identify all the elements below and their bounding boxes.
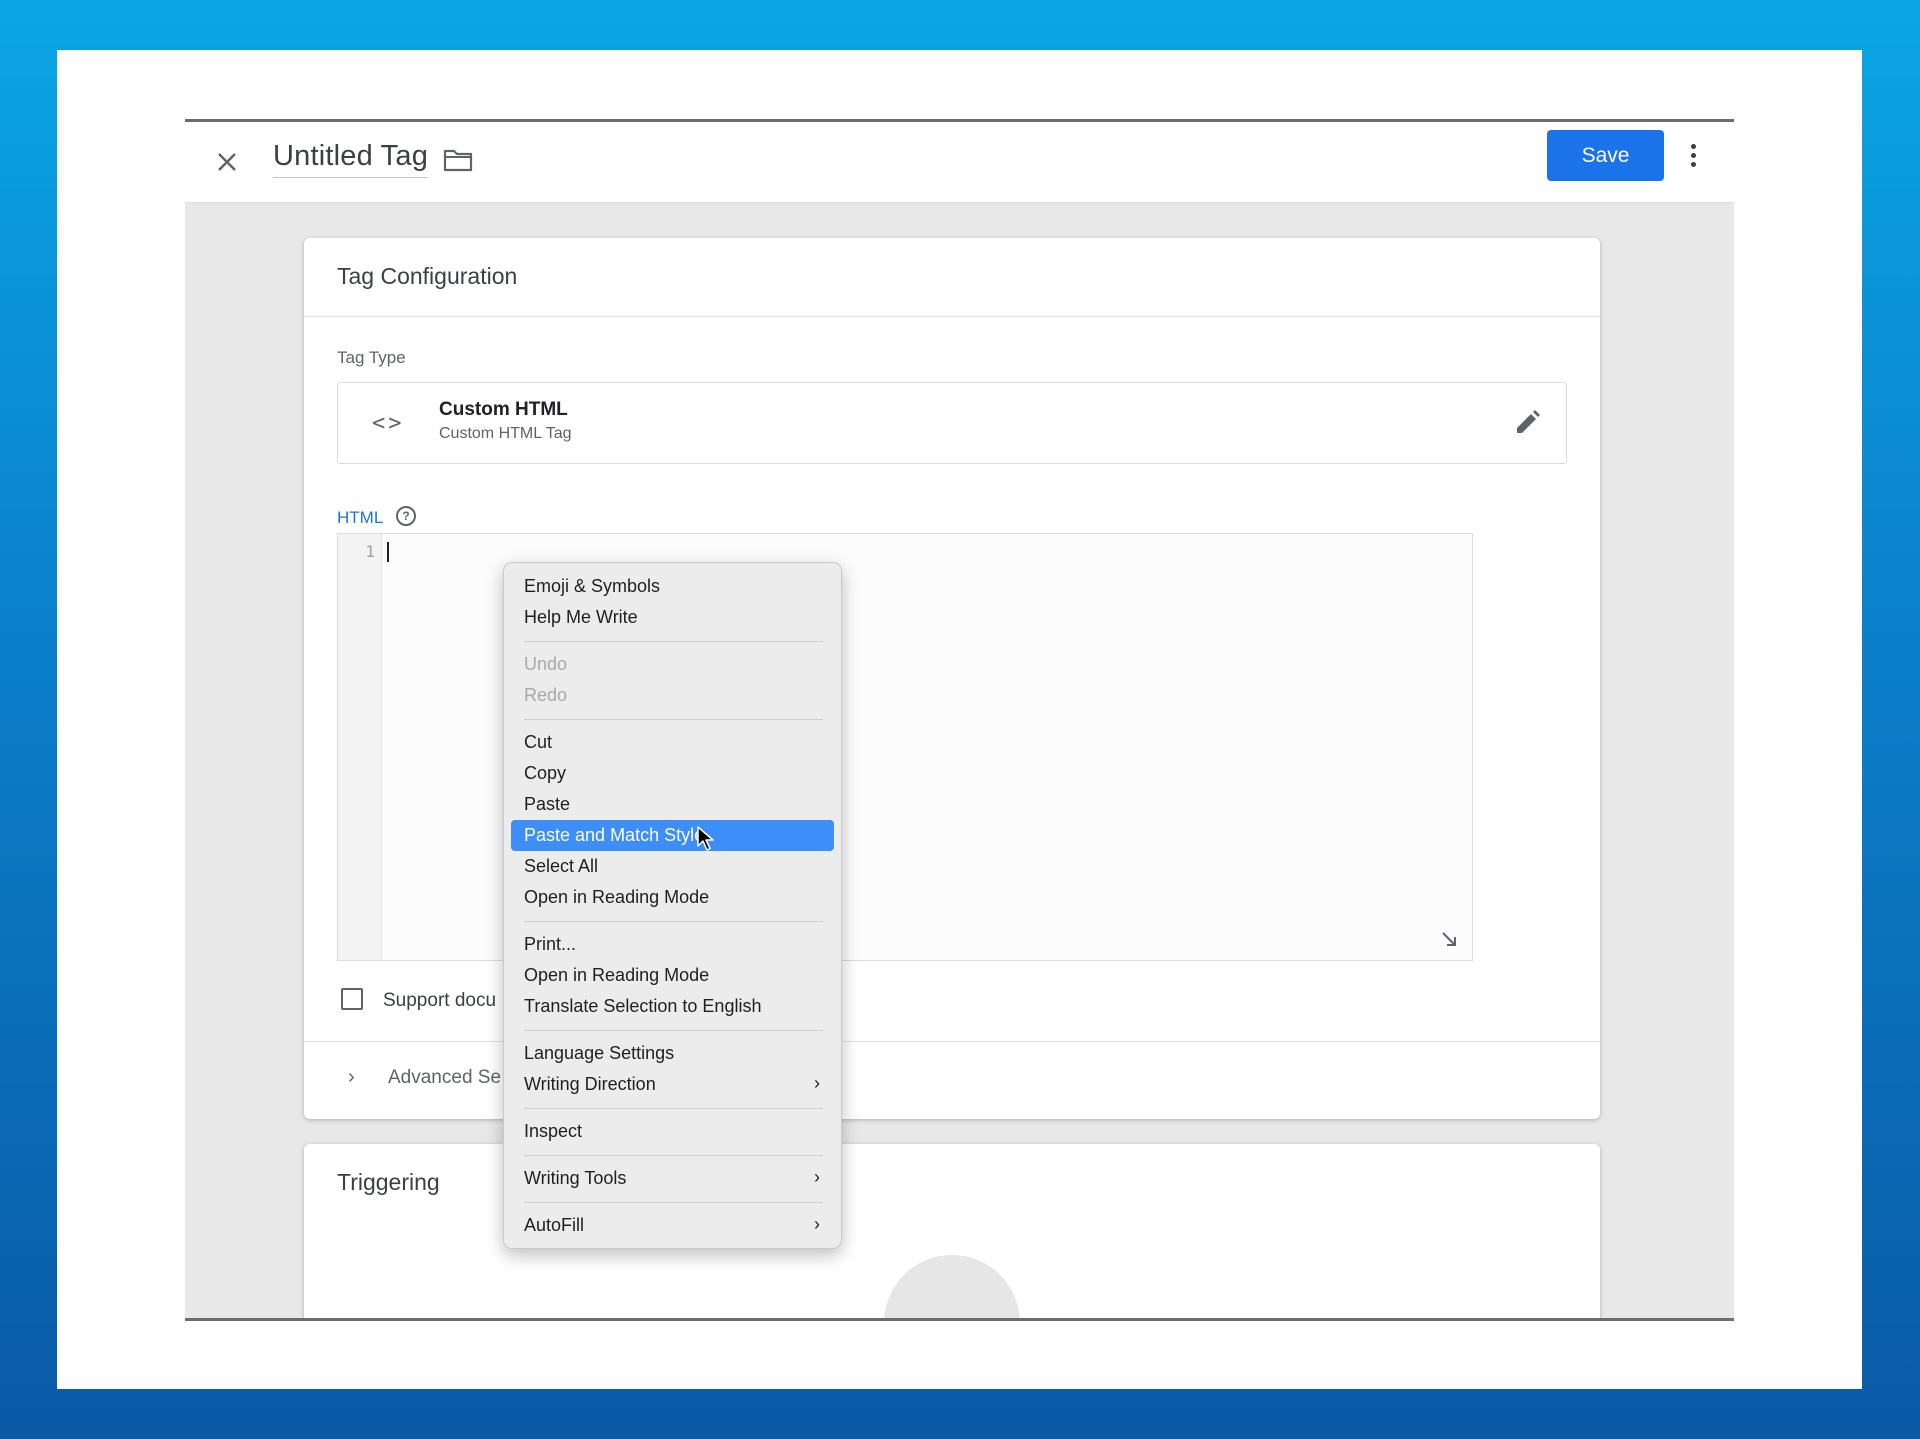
menu-item-print[interactable]: Print... <box>511 929 834 960</box>
divider <box>304 316 1600 317</box>
resize-icon[interactable] <box>1440 930 1458 948</box>
menu-item-emoji-symbols[interactable]: Emoji & Symbols <box>511 571 834 602</box>
html-label: HTML <box>337 508 384 527</box>
menu-separator <box>524 1202 823 1203</box>
help-icon[interactable]: ? <box>396 506 416 526</box>
menu-separator <box>524 921 823 922</box>
chevron-right-icon: › <box>814 1073 820 1093</box>
menu-item-copy[interactable]: Copy <box>511 758 834 789</box>
folder-icon <box>443 149 473 172</box>
more-options-button[interactable] <box>1679 134 1707 176</box>
pencil-icon[interactable] <box>1511 407 1543 439</box>
chevron-right-icon[interactable]: › <box>348 1066 355 1089</box>
line-gutter: 1 <box>338 534 382 960</box>
triggering-card: Triggering <box>304 1144 1600 1318</box>
menu-item-paste[interactable]: Paste <box>511 789 834 820</box>
tag-configuration-card: Tag Configuration Tag Type <> Custom HTM… <box>304 238 1600 1119</box>
top-bar: Untitled Tag Save <box>185 122 1734 203</box>
code-icon: <> <box>372 411 405 436</box>
menu-item-paste-and-match-style[interactable]: Paste and Match Style <box>511 820 834 851</box>
menu-separator <box>524 719 823 720</box>
menu-separator <box>524 1108 823 1109</box>
tag-type-label: Tag Type <box>337 348 406 367</box>
context-menu: Emoji & Symbols Help Me Write Undo Redo … <box>503 562 842 1249</box>
add-trigger-icon[interactable] <box>884 1255 1020 1318</box>
menu-item-writing-tools[interactable]: Writing Tools › <box>511 1163 834 1194</box>
card-title: Tag Configuration <box>337 263 518 289</box>
menu-item-help-me-write[interactable]: Help Me Write <box>511 602 834 633</box>
text-caret <box>387 542 389 562</box>
support-document-write-checkbox[interactable] <box>341 988 363 1010</box>
menu-item-undo: Undo <box>524 654 568 674</box>
close-icon <box>218 153 236 171</box>
menu-item-autofill[interactable]: AutoFill › <box>511 1210 834 1241</box>
tag-name-field[interactable]: Untitled Tag <box>273 140 429 178</box>
mouse-pointer-icon <box>697 826 714 851</box>
card-title: Triggering <box>337 1169 440 1195</box>
menu-item-redo: Redo <box>524 685 568 705</box>
close-button[interactable] <box>207 142 247 182</box>
checkbox-label: Support docu <box>383 990 497 1011</box>
menu-item-cut[interactable]: Cut <box>511 727 834 758</box>
menu-item-translate-selection[interactable]: Translate Selection to English <box>511 991 834 1022</box>
folder-button[interactable] <box>442 146 476 180</box>
chevron-right-icon: › <box>814 1214 820 1234</box>
menu-item-open-in-reading-mode-2[interactable]: Open in Reading Mode <box>511 960 834 991</box>
tag-type-name: Custom HTML <box>439 399 568 420</box>
divider <box>304 1041 1600 1042</box>
menu-separator <box>524 1155 823 1156</box>
menu-item-open-in-reading-mode[interactable]: Open in Reading Mode <box>511 882 834 913</box>
advanced-settings-toggle[interactable]: Advanced Se <box>388 1067 501 1089</box>
tag-type-description: Custom HTML Tag <box>439 425 572 442</box>
save-button[interactable]: Save <box>1547 130 1664 181</box>
menu-separator <box>524 1030 823 1031</box>
menu-item-inspect[interactable]: Inspect <box>511 1116 834 1147</box>
chevron-right-icon: › <box>814 1167 820 1187</box>
tag-editor-window: Untitled Tag Save Tag Configuration Tag … <box>185 119 1734 1321</box>
line-number: 1 <box>365 542 375 561</box>
menu-item-language-settings[interactable]: Language Settings <box>511 1038 834 1069</box>
tag-type-selector[interactable]: <> Custom HTML Custom HTML Tag <box>337 382 1567 464</box>
menu-item-select-all[interactable]: Select All <box>511 851 834 882</box>
menu-separator <box>524 641 823 642</box>
more-vert-icon <box>1690 143 1696 149</box>
menu-item-writing-direction[interactable]: Writing Direction › <box>511 1069 834 1100</box>
